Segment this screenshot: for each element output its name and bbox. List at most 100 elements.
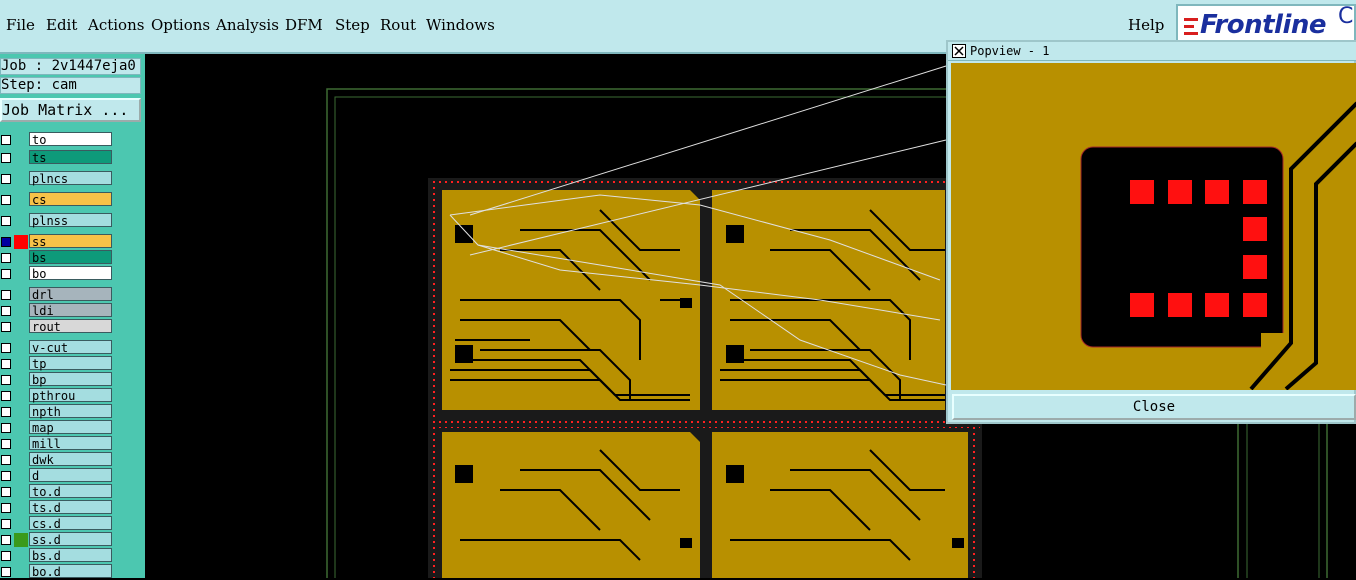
layer-name[interactable]: pthrou — [29, 388, 112, 403]
layer-checkbox[interactable] — [1, 487, 11, 497]
layer-name[interactable]: v-cut — [29, 340, 112, 355]
layer-row-v-cut[interactable]: v-cut — [0, 340, 116, 356]
layer-row-bs[interactable]: bs — [0, 250, 116, 266]
layer-name[interactable]: cs.d — [29, 516, 112, 531]
layer-row-cs-d[interactable]: cs.d — [0, 516, 116, 532]
layer-checkbox[interactable] — [1, 343, 11, 353]
menu-dfm[interactable]: DFM — [285, 16, 323, 34]
layer-name[interactable]: tp — [29, 356, 112, 371]
layer-checkbox[interactable] — [1, 423, 11, 433]
layer-name[interactable]: ss — [29, 234, 112, 249]
job-label: Job : 2v1447eja0 — [0, 58, 141, 75]
layer-row-cs[interactable]: cs — [0, 192, 116, 208]
layer-checkbox[interactable] — [1, 375, 11, 385]
layer-row-ss-d[interactable]: ss.d — [0, 532, 116, 548]
layer-color-swatch — [14, 533, 28, 547]
layer-row-ldi[interactable]: ldi — [0, 303, 116, 319]
logo-text-extra: C — [1338, 4, 1354, 29]
layer-checkbox[interactable] — [1, 503, 11, 513]
layer-name[interactable]: d — [29, 468, 112, 483]
layer-name[interactable]: dwk — [29, 452, 112, 467]
layer-checkbox[interactable] — [1, 359, 11, 369]
layer-name[interactable]: ss.d — [29, 532, 112, 547]
layer-checkbox[interactable] — [1, 439, 11, 449]
close-button[interactable]: Close — [952, 394, 1356, 420]
layer-row-bp[interactable]: bp — [0, 372, 116, 388]
menu-windows[interactable]: Windows — [426, 16, 495, 34]
menu-edit[interactable]: Edit — [46, 16, 77, 34]
job-matrix-button[interactable]: Job Matrix ... — [0, 98, 141, 122]
popview-titlebar: Popview - 1 — [948, 42, 1356, 61]
layer-checkbox[interactable] — [1, 290, 11, 300]
layer-row-dwk[interactable]: dwk — [0, 452, 116, 468]
layer-checkbox[interactable] — [1, 135, 11, 145]
menu-file[interactable]: File — [6, 16, 35, 34]
layer-checkbox[interactable] — [1, 567, 11, 577]
layer-name[interactable]: bo.d — [29, 564, 112, 579]
layer-checkbox[interactable] — [1, 407, 11, 417]
layer-row-ts[interactable]: ts — [0, 150, 116, 166]
layer-name[interactable]: bo — [29, 266, 112, 281]
layer-checkbox[interactable] — [1, 455, 11, 465]
layer-row-ss[interactable]: ss — [0, 234, 116, 250]
layer-checkbox[interactable] — [1, 535, 11, 545]
popview-title: Popview - 1 — [970, 44, 1050, 58]
layer-checkbox[interactable] — [1, 237, 11, 247]
layer-checkbox[interactable] — [1, 391, 11, 401]
layer-checkbox[interactable] — [1, 195, 11, 205]
layer-checkbox[interactable] — [1, 153, 11, 163]
layer-row-map[interactable]: map — [0, 420, 116, 436]
layer-row-bs-d[interactable]: bs.d — [0, 548, 116, 564]
layer-name[interactable]: ldi — [29, 303, 112, 318]
layer-name[interactable]: rout — [29, 319, 112, 334]
layer-name[interactable]: plnss — [29, 213, 112, 228]
layer-name[interactable]: drl — [29, 287, 112, 302]
menu-options[interactable]: Options — [151, 16, 210, 34]
layer-color-swatch — [14, 235, 28, 249]
layer-row-plnss[interactable]: plnss — [0, 213, 116, 229]
layer-checkbox[interactable] — [1, 322, 11, 332]
layer-name[interactable]: to — [29, 132, 112, 147]
layer-row-pthrou[interactable]: pthrou — [0, 388, 116, 404]
layer-row-tp[interactable]: tp — [0, 356, 116, 372]
window-menu-icon[interactable] — [952, 44, 966, 58]
layer-row-drl[interactable]: drl — [0, 287, 116, 303]
layer-row-bo[interactable]: bo — [0, 266, 116, 282]
menu-actions[interactable]: Actions — [88, 16, 144, 34]
layer-row-mill[interactable]: mill — [0, 436, 116, 452]
step-label: Step: cam — [0, 77, 141, 94]
layer-name[interactable]: bs — [29, 250, 112, 265]
menu-rout[interactable]: Rout — [380, 16, 416, 34]
layer-name[interactable]: cs — [29, 192, 112, 207]
layer-row-plncs[interactable]: plncs — [0, 171, 116, 187]
layer-row-to[interactable]: to — [0, 132, 116, 148]
layer-name[interactable]: ts.d — [29, 500, 112, 515]
layer-checkbox[interactable] — [1, 174, 11, 184]
layer-checkbox[interactable] — [1, 216, 11, 226]
layer-checkbox[interactable] — [1, 253, 11, 263]
menu-step[interactable]: Step — [335, 16, 370, 34]
layer-checkbox[interactable] — [1, 551, 11, 561]
layer-name[interactable]: bs.d — [29, 548, 112, 563]
layer-name[interactable]: to.d — [29, 484, 112, 499]
pcb-board-bottom-right — [712, 432, 968, 578]
menu-analysis[interactable]: Analysis — [216, 16, 279, 34]
layer-row-to-d[interactable]: to.d — [0, 484, 116, 500]
layer-panel: Job : 2v1447eja0 Step: cam Job Matrix ..… — [0, 54, 145, 579]
layer-name[interactable]: ts — [29, 150, 112, 165]
layer-name[interactable]: mill — [29, 436, 112, 451]
layer-name[interactable]: npth — [29, 404, 112, 419]
layer-name[interactable]: plncs — [29, 171, 112, 186]
layer-checkbox[interactable] — [1, 306, 11, 316]
layer-row-d[interactable]: d — [0, 468, 116, 484]
layer-checkbox[interactable] — [1, 269, 11, 279]
popview-zoomed-view — [951, 63, 1356, 390]
layer-row-npth[interactable]: npth — [0, 404, 116, 420]
menu-help[interactable]: Help — [1128, 16, 1164, 34]
layer-row-ts-d[interactable]: ts.d — [0, 500, 116, 516]
layer-checkbox[interactable] — [1, 519, 11, 529]
layer-row-rout[interactable]: rout — [0, 319, 116, 335]
layer-name[interactable]: map — [29, 420, 112, 435]
layer-checkbox[interactable] — [1, 471, 11, 481]
layer-name[interactable]: bp — [29, 372, 112, 387]
